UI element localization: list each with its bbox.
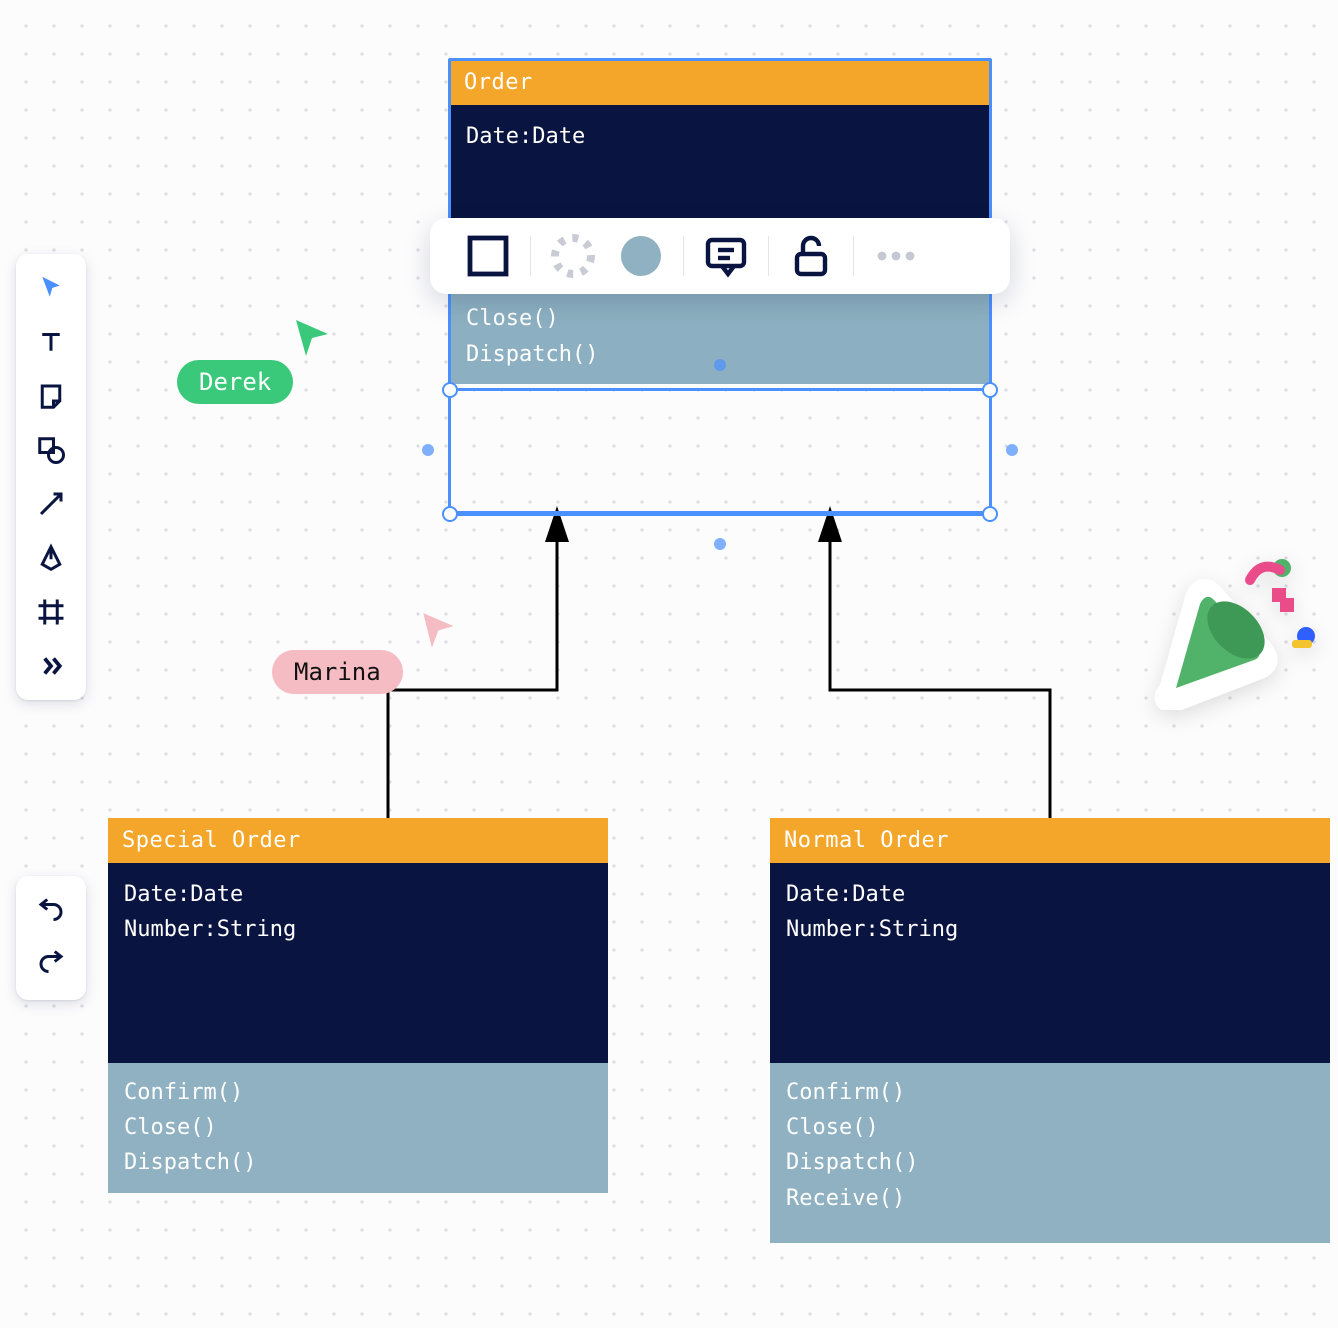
class-box-special-order[interactable]: Special Order Date:Date Number:String Co…: [108, 818, 608, 1193]
stroke-style-button[interactable]: [549, 232, 597, 280]
cursor-marina: [418, 610, 458, 650]
op-row: Dispatch(): [124, 1145, 592, 1180]
class-box-normal-order[interactable]: Normal Order Date:Date Number:String Con…: [770, 818, 1330, 1243]
class-attributes: Date:Date Number:String: [108, 863, 608, 1063]
class-operations: Confirm() Close() Dispatch(): [108, 1063, 608, 1193]
op-row: Close(): [786, 1110, 1314, 1145]
attr-row: Date:Date: [466, 119, 974, 154]
class-title: Order: [450, 60, 990, 105]
connection-line-tool[interactable]: [25, 478, 77, 530]
pen-tool[interactable]: [25, 532, 77, 584]
cursor-derek: [290, 316, 334, 360]
op-row: Receive(): [786, 1181, 1314, 1216]
collaborator-tag-derek: Derek: [177, 360, 293, 404]
attr-row: Number:String: [124, 912, 592, 947]
tools-toolbar: [16, 254, 86, 700]
party-popper-sticker[interactable]: [1150, 540, 1320, 710]
border-button[interactable]: [464, 232, 512, 280]
more-tools[interactable]: [25, 640, 77, 692]
collaborator-name: Marina: [294, 658, 381, 686]
op-row: Dispatch(): [466, 337, 974, 372]
class-title: Special Order: [108, 818, 608, 863]
attr-row: Date:Date: [786, 877, 1314, 912]
op-row: Close(): [124, 1110, 592, 1145]
frame-tool[interactable]: [25, 586, 77, 638]
op-row: Confirm(): [124, 1075, 592, 1110]
selection-toolbar: [430, 218, 1010, 294]
more-button[interactable]: [872, 232, 920, 280]
class-title: Normal Order: [770, 818, 1330, 863]
collaborator-tag-marina: Marina: [272, 650, 403, 694]
lock-button[interactable]: [787, 232, 835, 280]
op-row: Close(): [466, 301, 974, 336]
class-operations: Confirm() Close() Dispatch() Receive(): [770, 1063, 1330, 1243]
fill-color-button[interactable]: [617, 232, 665, 280]
collaborator-name: Derek: [199, 368, 271, 396]
op-row: Confirm(): [786, 1075, 1314, 1110]
shapes-tool[interactable]: [25, 424, 77, 476]
redo-button[interactable]: [25, 938, 77, 990]
history-toolbar: [16, 876, 86, 1000]
select-tool[interactable]: [25, 262, 77, 314]
class-attributes: Date:Date Number:String: [770, 863, 1330, 1063]
sticky-note-tool[interactable]: [25, 370, 77, 422]
undo-button[interactable]: [25, 886, 77, 938]
op-row: Dispatch(): [786, 1145, 1314, 1180]
attr-row: Number:String: [786, 912, 1314, 947]
attr-row: Date:Date: [124, 877, 592, 912]
comment-button[interactable]: [702, 232, 750, 280]
text-tool[interactable]: [25, 316, 77, 368]
